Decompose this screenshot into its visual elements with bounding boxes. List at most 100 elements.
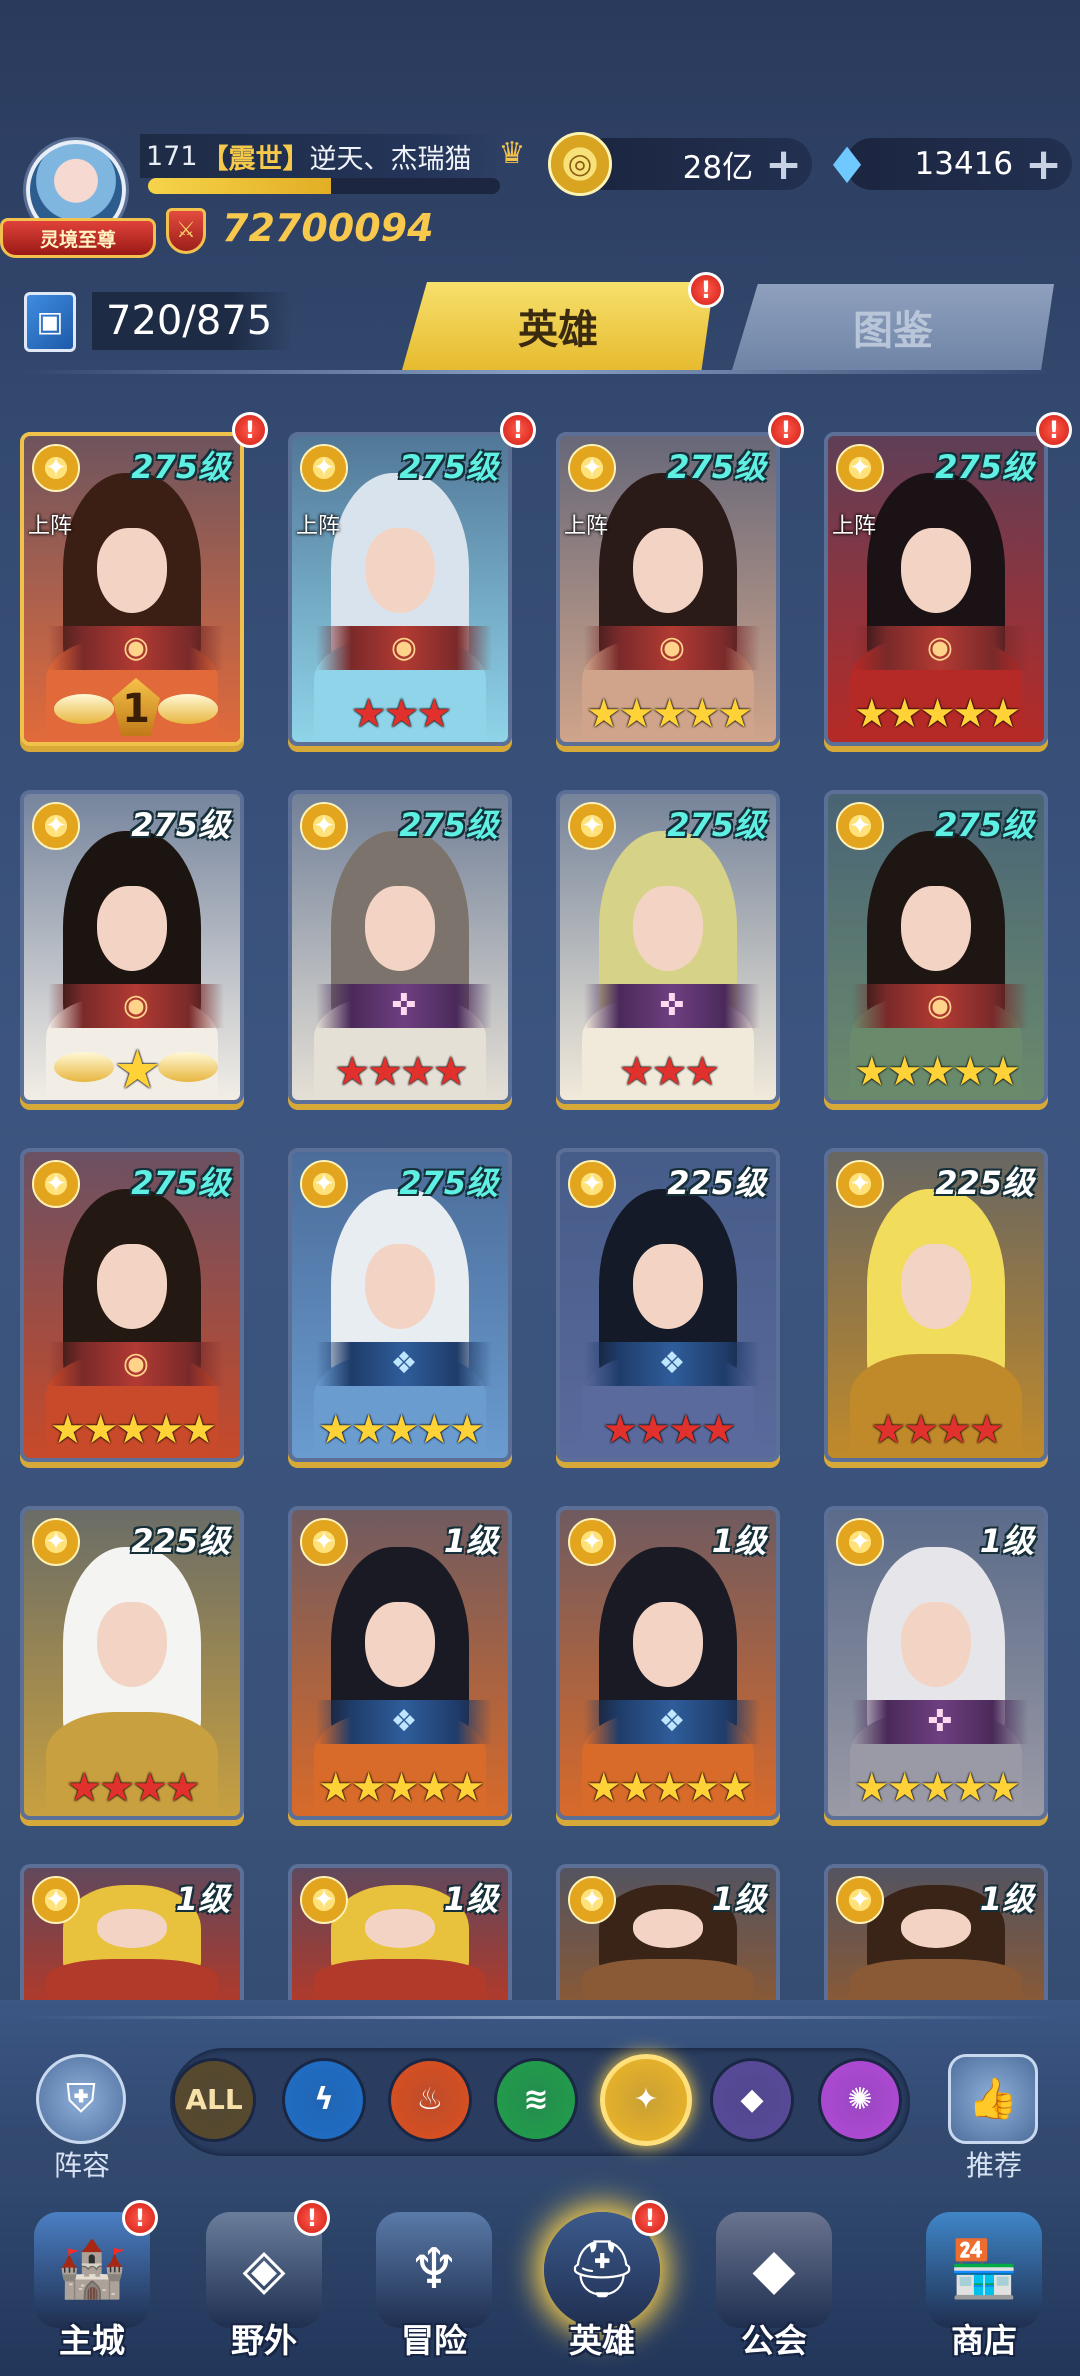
nav-helmet[interactable]: ⛑ 英雄 xyxy=(532,2212,672,2376)
hero-card[interactable]: ✦ 1级 xyxy=(824,1864,1048,2006)
class-emblem-icon: ◉ xyxy=(852,626,1028,670)
filter-divider xyxy=(20,2016,1060,2019)
hero-stars: ★★★★★ xyxy=(853,1049,1021,1095)
hero-collection-count: 720/875 xyxy=(92,292,292,350)
hero-card[interactable]: ✦ 275级 ◉ ★★★★★ xyxy=(824,790,1048,1104)
hero-stars: ★★★★★ xyxy=(585,1765,753,1811)
lineup-button[interactable]: ⛨ xyxy=(36,2054,126,2144)
hero-card[interactable]: ✦ 275级 ◉ ★★★★★ xyxy=(20,1148,244,1462)
guild-banner-icon: ◆ xyxy=(716,2212,832,2328)
filter-all-button[interactable]: ALL xyxy=(172,2058,256,2142)
hero-level: 225级 xyxy=(667,1164,766,1202)
add-gems-button[interactable]: + xyxy=(1025,139,1072,190)
nav-label: 主城 xyxy=(59,2321,125,2360)
hero-card[interactable]: ✦ 275级 ✜ ★★★ xyxy=(556,790,780,1104)
alert-badge: ! xyxy=(768,412,804,448)
hero-card[interactable]: ✦ 1级 xyxy=(20,1864,244,2006)
hero-level: 1级 xyxy=(711,1880,766,1918)
class-emblem-icon: ◉ xyxy=(316,626,492,670)
exp-bar-fill xyxy=(148,178,332,194)
hero-stars: ★★★★★ xyxy=(853,1765,1021,1811)
alert-badge: ! xyxy=(1036,412,1072,448)
hero-card[interactable]: ✦ 225级 ★★★★ xyxy=(824,1148,1048,1462)
filter-fire-button[interactable]: ♨ xyxy=(388,2058,472,2142)
nav-label: 冒险 xyxy=(401,2321,467,2360)
light-element-icon: ✦ xyxy=(300,1518,348,1566)
light-element-icon: ✦ xyxy=(300,1160,348,1208)
class-emblem-icon: ◉ xyxy=(584,626,760,670)
filter-chaos-button[interactable]: ✺ xyxy=(818,2058,902,2142)
gem-counter: 13416 + xyxy=(846,138,1072,190)
hero-level: 275级 xyxy=(131,806,230,844)
alert-badge: ! xyxy=(232,412,268,448)
deployed-label: 上阵 xyxy=(296,514,341,539)
hero-level: 275级 xyxy=(399,806,498,844)
hero-level: 1级 xyxy=(711,1522,766,1560)
nav-castle[interactable]: 🏰 主城 xyxy=(22,2212,162,2376)
nav-adventure[interactable]: ♆ 冒险 xyxy=(364,2212,504,2376)
class-emblem-icon: ✜ xyxy=(584,984,760,1028)
player-level: 171 xyxy=(146,140,198,172)
class-emblem-icon: ◉ xyxy=(48,1342,224,1386)
light-element-icon: ✦ xyxy=(300,444,348,492)
hero-stars: ★★★★★ xyxy=(585,691,753,737)
recommend-button[interactable]: 👍 xyxy=(948,2054,1038,2144)
combat-power: 72700094 xyxy=(222,206,434,250)
nav-portal[interactable]: ◈ 野外 xyxy=(194,2212,334,2376)
hero-card[interactable]: ✦ 1级 xyxy=(556,1864,780,2006)
add-coins-button[interactable]: + xyxy=(765,139,812,190)
hero-card[interactable]: ✦ 275级 上阵 ◉ 1 xyxy=(20,432,244,746)
class-emblem-icon: ✜ xyxy=(316,984,492,1028)
light-element-icon: ✦ xyxy=(32,1160,80,1208)
hero-stars: ★★★★ xyxy=(334,1049,468,1095)
hero-card[interactable]: ✦ 275级 ◉ ★ xyxy=(20,790,244,1104)
guild-tag: 【震世】 xyxy=(201,143,310,175)
light-element-icon: ✦ xyxy=(32,1518,80,1566)
hero-level: 275级 xyxy=(935,448,1034,486)
diamond-icon: ♦ xyxy=(824,137,870,195)
alert-badge: ! xyxy=(632,2200,668,2236)
shop-icon: 🏪 xyxy=(926,2212,1042,2328)
gold-wings-star-badge: ★ xyxy=(54,1036,218,1100)
hero-card[interactable]: ✦ 1级 ✜ ★★★★★ xyxy=(824,1506,1048,1820)
nav-shop[interactable]: 🏪 商店 xyxy=(914,2212,1054,2376)
hero-card[interactable]: ✦ 275级 上阵 ◉ ★★★ xyxy=(288,432,512,746)
filter-dark-button[interactable]: ◆ xyxy=(710,2058,794,2142)
hero-level: 275级 xyxy=(667,806,766,844)
nav-label: 商店 xyxy=(951,2321,1017,2360)
hero-card[interactable]: ✦ 275级 ❖ ★★★★★ xyxy=(288,1148,512,1462)
light-element-icon: ✦ xyxy=(300,1876,348,1924)
hero-card[interactable]: ✦ 1级 ❖ ★★★★★ xyxy=(288,1506,512,1820)
class-emblem-icon: ❖ xyxy=(584,1342,760,1386)
hero-card[interactable]: ✦ 275级 ✜ ★★★★ xyxy=(288,790,512,1104)
hero-card[interactable]: ✦ 225级 ★★★★ xyxy=(20,1506,244,1820)
hero-level: 275级 xyxy=(399,448,498,486)
light-element-icon: ✦ xyxy=(836,1876,884,1924)
light-element-icon: ✦ xyxy=(568,1518,616,1566)
hero-card[interactable]: ✦ 1级 xyxy=(288,1864,512,2006)
hero-level: 1级 xyxy=(443,1880,498,1918)
filter-light-button[interactable]: ✦ xyxy=(600,2054,692,2146)
class-emblem-icon: ❖ xyxy=(316,1700,492,1744)
tab-heroes[interactable]: 英雄 xyxy=(402,282,714,370)
hero-level: 275级 xyxy=(667,448,766,486)
light-element-icon: ✦ xyxy=(32,802,80,850)
light-element-icon: ✦ xyxy=(836,802,884,850)
class-emblem-icon: ✜ xyxy=(852,1700,1028,1744)
filter-wind-button[interactable]: ≋ xyxy=(494,2058,578,2142)
light-element-icon: ✦ xyxy=(568,1160,616,1208)
recommend-label: 推荐 xyxy=(965,2149,1022,2182)
hero-card[interactable]: ✦ 225级 ❖ ★★★★ xyxy=(556,1148,780,1462)
hero-card[interactable]: ✦ 1级 ❖ ★★★★★ xyxy=(556,1506,780,1820)
nav-guild-banner[interactable]: ◆ 公会 xyxy=(704,2212,844,2376)
tab-codex[interactable]: 图鉴 xyxy=(732,284,1054,370)
hero-level: 225级 xyxy=(935,1164,1034,1202)
hero-level: 1级 xyxy=(979,1522,1034,1560)
hero-card[interactable]: ✦ 275级 上阵 ◉ ★★★★★ xyxy=(556,432,780,746)
hero-stars: ★★★★ xyxy=(66,1765,200,1811)
hero-stars: ★★★ xyxy=(618,1049,721,1095)
filter-water-button[interactable]: ϟ xyxy=(282,2058,366,2142)
light-element-icon: ✦ xyxy=(32,444,80,492)
hero-card[interactable]: ✦ 275级 上阵 ◉ ★★★★★ xyxy=(824,432,1048,746)
lineup-label: 阵容 xyxy=(53,2149,110,2182)
